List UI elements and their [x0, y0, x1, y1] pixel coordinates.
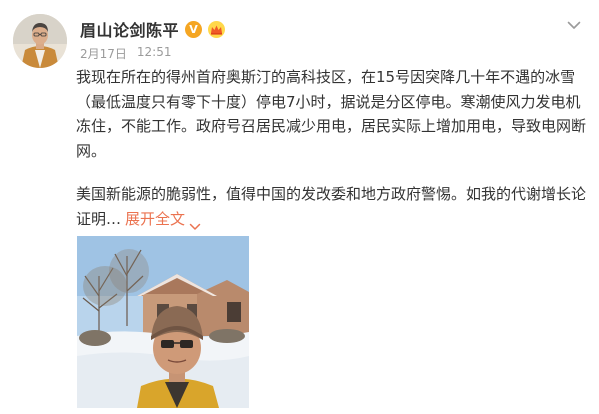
post-paragraph: 美国新能源的脆弱性，值得中国的发改委和地方政府警惕。如我的代谢增长论证明… 展开全…: [76, 182, 588, 231]
expand-label[interactable]: 展开全文: [125, 210, 185, 228]
chevron-down-icon[interactable]: [189, 214, 201, 230]
post-image[interactable]: [77, 236, 249, 408]
post-time: 12:51: [136, 45, 172, 59]
avatar[interactable]: [13, 14, 67, 68]
post-header: 眉山论剑陈平 V: [80, 16, 226, 42]
verified-v-icon: V: [185, 20, 203, 38]
post-date: 2月17日: [80, 47, 127, 61]
weibo-post-card: 眉山论剑陈平 V 2月17日 12:51 我现在所在的得州首府奥斯汀的高科技区，…: [0, 0, 599, 414]
post-paragraph: 我现在所在的得州首府奥斯汀的高科技区，在15号因突降几十年不遇的冰雪（最低温度只…: [76, 68, 587, 160]
expand-full-text-link[interactable]: 展开全文: [125, 210, 201, 230]
username[interactable]: 眉山论剑陈平: [80, 17, 179, 41]
chevron-down-icon[interactable]: [563, 14, 585, 36]
post-meta: 2月17日 12:51: [80, 45, 172, 62]
post-text: 我现在所在的得州首府奥斯汀的高科技区，在15号因突降几十年不遇的冰雪（最低温度只…: [76, 65, 588, 231]
member-crown-icon: [208, 20, 226, 38]
